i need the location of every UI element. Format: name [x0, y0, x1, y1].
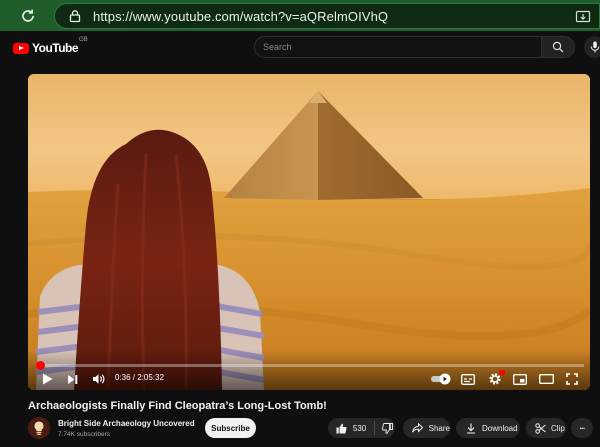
reload-icon[interactable] [18, 6, 38, 26]
more-actions-icon: ··· [579, 423, 586, 433]
video-frame [28, 74, 590, 390]
autoplay-toggle-icon [431, 373, 451, 385]
settings-quality-badge [499, 370, 505, 375]
next-button[interactable] [64, 371, 80, 387]
download-icon [463, 420, 479, 436]
video-player[interactable] [28, 74, 590, 390]
logo-text: YouTube [32, 41, 79, 55]
volume-icon [92, 374, 104, 384]
time-display: 0:36 / 2:05:32 [115, 373, 164, 382]
site-info-icon[interactable] [67, 8, 83, 24]
clip-button[interactable]: Clip [526, 418, 566, 438]
theater-icon [538, 374, 554, 384]
scissors-icon [532, 420, 548, 436]
search-input[interactable]: Search [254, 36, 542, 58]
download-button[interactable]: Download [456, 418, 520, 438]
clip-label: Clip [551, 423, 565, 433]
subtitles-button[interactable] [460, 372, 476, 386]
like-button[interactable] [334, 420, 350, 436]
like-dislike-group: 530 [328, 418, 395, 438]
theater-mode-button[interactable] [538, 372, 554, 386]
search-icon [552, 41, 564, 53]
progress-bar[interactable] [36, 361, 584, 370]
play-icon [42, 373, 52, 385]
miniplayer-button[interactable] [512, 372, 528, 386]
country-code: GB [79, 37, 88, 43]
youtube-play-logo-icon [13, 42, 29, 54]
autoplay-toggle[interactable] [430, 372, 452, 386]
microphone-icon [590, 41, 600, 53]
install-app-icon[interactable] [575, 9, 591, 25]
fullscreen-icon [566, 373, 578, 385]
download-label: Download [482, 423, 518, 433]
search-bar: Search [254, 36, 575, 58]
more-actions-button[interactable]: ··· [571, 418, 593, 438]
youtube-header: YouTube GB Search [0, 31, 600, 65]
dislike-button[interactable] [379, 420, 395, 436]
miniplayer-icon [513, 373, 527, 385]
channel-avatar[interactable] [28, 417, 50, 439]
address-bar[interactable]: https://www.youtube.com/watch?v=aQRelmOI… [54, 3, 600, 29]
video-title: Archaeologists Finally Find Cleopatra’s … [28, 400, 327, 412]
thumbs-up-icon [336, 423, 347, 433]
play-button[interactable] [38, 371, 56, 387]
channel-name[interactable]: Bright Side Archaeology Uncovered [58, 419, 195, 428]
settings-button[interactable] [486, 370, 505, 387]
voice-search-button[interactable] [584, 36, 600, 58]
fullscreen-button[interactable] [564, 371, 580, 387]
search-button[interactable] [542, 36, 575, 58]
lightbulb-logo-icon [34, 421, 44, 435]
next-icon [67, 374, 77, 384]
thumbs-down-icon [381, 422, 393, 434]
youtube-logo[interactable]: YouTube GB [13, 37, 88, 55]
share-icon [410, 420, 426, 436]
subtitles-icon [461, 373, 475, 385]
subscribe-button[interactable]: Subscribe [205, 418, 256, 438]
pill-divider [374, 421, 376, 435]
subscriber-count: 7.74K subscribers [58, 431, 111, 438]
like-count: 530 [352, 423, 367, 433]
browser-toolbar: https://www.youtube.com/watch?v=aQRelmOI… [0, 0, 600, 31]
url-text: https://www.youtube.com/watch?v=aQRelmOI… [93, 8, 389, 24]
share-label: Share [428, 423, 450, 433]
share-button[interactable]: Share [403, 418, 450, 438]
volume-button[interactable] [90, 371, 106, 387]
